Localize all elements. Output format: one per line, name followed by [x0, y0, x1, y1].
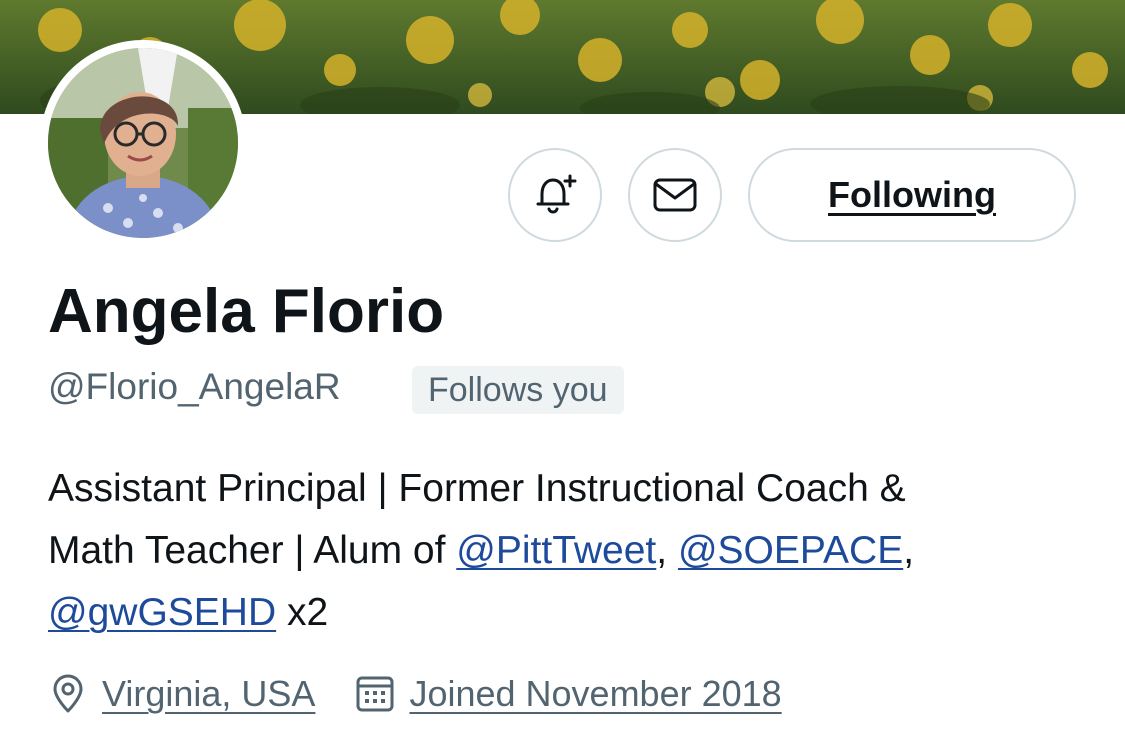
- notifications-button[interactable]: [508, 148, 602, 242]
- bio: Assistant Principal | Former Instruction…: [48, 458, 1108, 644]
- location-pin-icon: [48, 673, 88, 715]
- bio-text-2: Math Teacher | Alum of: [48, 529, 457, 572]
- following-button[interactable]: Following: [748, 148, 1076, 242]
- profile-header: Following Angela Florio @Florio_AngelaR …: [0, 0, 1125, 756]
- bio-line-3: @gwGSEHD x2: [48, 582, 1108, 644]
- mention-pitttweet[interactable]: @PittTweet: [456, 529, 656, 572]
- joined-item: Joined November 2018: [355, 673, 782, 715]
- location-item: Virginia, USA: [48, 673, 315, 715]
- bio-text-3: x2: [276, 591, 329, 634]
- envelope-icon: [650, 170, 700, 220]
- bio-line-2: Math Teacher | Alum of @PittTweet, @SOEP…: [48, 520, 1108, 582]
- bio-line-1: Assistant Principal | Former Instruction…: [48, 458, 1108, 520]
- bio-separator: ,: [903, 529, 915, 572]
- mention-gwgsehd[interactable]: @gwGSEHD: [48, 591, 276, 634]
- user-handle: @Florio_AngelaR: [48, 366, 341, 407]
- bio-separator: ,: [656, 529, 678, 572]
- follows-you-badge: Follows you: [412, 366, 624, 414]
- location-link[interactable]: Virginia, USA: [102, 673, 315, 715]
- joined-date[interactable]: Joined November 2018: [409, 673, 781, 715]
- message-button[interactable]: [628, 148, 722, 242]
- mention-soepace[interactable]: @SOEPACE: [678, 529, 903, 572]
- profile-meta: Virginia, USA Joined November 2018: [48, 666, 782, 722]
- display-name: Angela Florio: [48, 277, 445, 346]
- following-label: Following: [828, 174, 996, 215]
- avatar[interactable]: [40, 40, 246, 246]
- bio-text-1: Assistant Principal | Former Instruction…: [48, 467, 906, 510]
- bell-plus-icon: [530, 170, 580, 220]
- calendar-icon: [355, 674, 395, 714]
